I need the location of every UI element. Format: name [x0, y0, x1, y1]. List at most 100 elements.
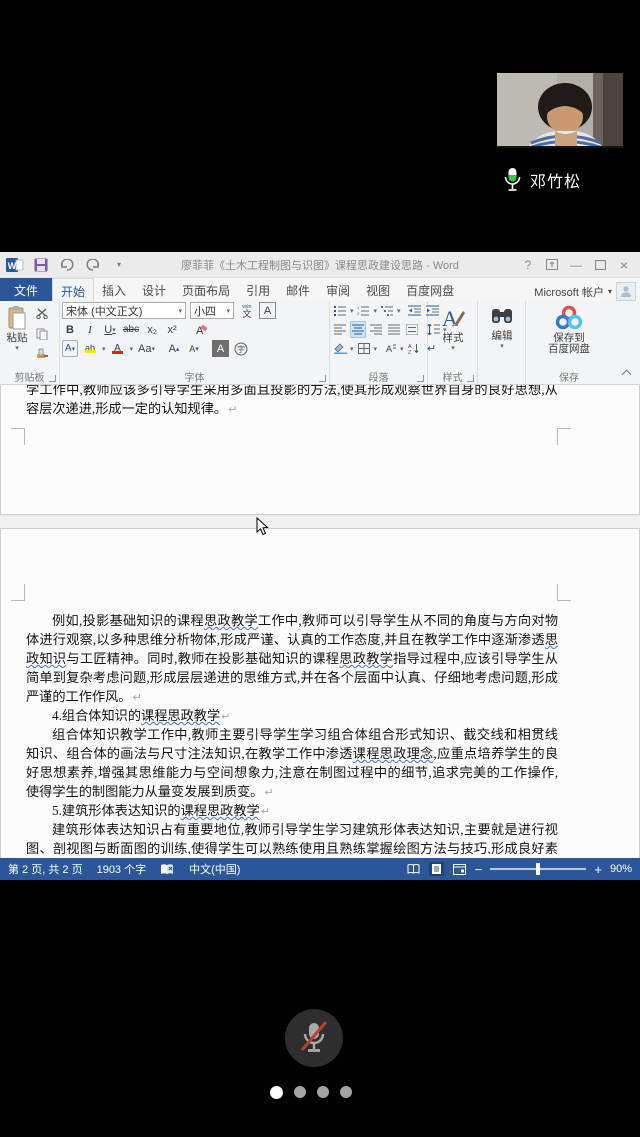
copy-icon[interactable] [34, 325, 50, 342]
carousel-dot-1[interactable] [270, 1086, 283, 1099]
zoom-percentage[interactable]: 90% [610, 863, 632, 875]
collapse-ribbon-icon[interactable] [622, 370, 632, 380]
qat-customize-icon[interactable]: ▾ [110, 257, 128, 273]
document-text-line[interactable]: 政知识与工匠精神。同时,教师在投影基础知识的课程思政教学指导过程中,应该引导学生… [26, 649, 558, 668]
numbered-list-icon[interactable]: 12 [356, 302, 372, 319]
ribbon-display-options-button[interactable] [542, 256, 562, 274]
tab-设计[interactable]: 设计 [134, 278, 174, 301]
bold-button[interactable]: B [62, 321, 78, 338]
align-center-icon[interactable] [350, 321, 366, 338]
cut-icon[interactable] [34, 305, 50, 322]
tab-审阅[interactable]: 审阅 [318, 278, 358, 301]
borders-icon[interactable] [356, 340, 372, 357]
align-left-icon[interactable] [332, 321, 348, 338]
redo-icon[interactable] [84, 257, 102, 273]
language-indicator[interactable]: 中文(中国) [189, 861, 240, 877]
tab-视图[interactable]: 视图 [358, 278, 398, 301]
carousel-dot-3[interactable] [317, 1086, 329, 1098]
document-page-1[interactable]: 学工作中,教师应该多引导学生采用多面且投影的方法,使其形成观察世界自身的良好思想… [0, 385, 640, 515]
tab-file[interactable]: 文件 [0, 278, 52, 301]
sort-icon[interactable]: AZ [406, 340, 422, 357]
tab-页面布局[interactable]: 页面布局 [174, 278, 238, 301]
shading-icon[interactable] [332, 340, 348, 357]
paragraph-dialog-launcher[interactable] [417, 375, 424, 382]
highlight-color-button[interactable]: ab [82, 340, 98, 357]
read-mode-icon[interactable] [406, 862, 421, 876]
multilevel-list-icon[interactable] [379, 302, 395, 319]
tab-插入[interactable]: 插入 [94, 278, 134, 301]
character-shading-icon[interactable]: A [212, 340, 229, 357]
editing-button[interactable]: 编辑 ▾ [478, 301, 526, 350]
tab-引用[interactable]: 引用 [238, 278, 278, 301]
help-button[interactable]: ? [518, 256, 538, 274]
character-border-icon[interactable]: A [259, 302, 276, 319]
italic-button[interactable]: I [82, 321, 98, 338]
text-effects-button[interactable]: A▾ [62, 340, 78, 357]
tab-邮件[interactable]: 邮件 [278, 278, 318, 301]
document-text-line[interactable]: 组合体知识教学工作中,教师主要引导学生学习组合体组合形式知识、截交线和相贯线 [26, 725, 558, 744]
document-text-line[interactable]: 容层次递进,形成一定的认知规律。↵ [26, 399, 558, 418]
shrink-font-button[interactable]: A▾ [186, 340, 202, 357]
account-avatar[interactable] [616, 282, 636, 301]
word-count[interactable]: 1903 个字 [97, 861, 147, 877]
web-layout-icon[interactable] [452, 862, 467, 876]
proofing-icon[interactable] [160, 863, 175, 876]
document-text-line[interactable]: 简单到复杂考虑问题,形成层层递进的思维方式,并在各个层面中认真、仔细地考虑问题,… [26, 668, 558, 687]
document-text-line[interactable]: 图、剖视图与断面图的训练,使得学生可以熟练使用且熟练掌握绘图方法与技巧,形成良好… [26, 839, 558, 854]
page-indicator[interactable]: 第 2 页, 共 2 页 [8, 861, 83, 877]
document-text-line[interactable]: 知识、组合体的画法与尺寸注法知识,在教学工作中渗透课程思政理念,应重点培养学生的… [26, 744, 558, 763]
webcam-video[interactable] [497, 73, 623, 148]
undo-icon[interactable] [58, 257, 76, 273]
document-text-line[interactable]: 例如,投影基础知识的课程思政教学工作中,教师可以引导学生从不同的角度与方向对物 [26, 611, 558, 630]
close-button[interactable]: × [614, 256, 634, 274]
save-icon[interactable] [32, 257, 50, 273]
underline-button[interactable]: U▾ [102, 321, 118, 338]
tab-百度网盘[interactable]: 百度网盘 [398, 278, 462, 301]
carousel-dot-4[interactable] [340, 1086, 352, 1098]
save-to-baidu-button[interactable]: 保存到百度网盘 [526, 301, 612, 355]
enclose-characters-icon[interactable]: 字 [233, 340, 249, 357]
maximize-button[interactable] [590, 256, 610, 274]
grow-font-button[interactable]: A▴ [166, 340, 182, 357]
distribute-icon[interactable] [404, 321, 420, 338]
font-color-button[interactable]: A [110, 340, 126, 357]
account-area[interactable]: Microsoft 帐户 ▾ [534, 282, 640, 301]
zoom-slider[interactable] [490, 868, 586, 870]
document-text-line[interactable]: 好思想素养,增强其思维能力与空间想象力,注意在制图过程中的细节,追求完美的工作操… [26, 763, 558, 782]
document-text-line[interactable]: 4.组合体知识的课程思政教学↵ [26, 706, 558, 725]
bullet-list-icon[interactable] [332, 302, 348, 319]
superscript-button[interactable]: x² [164, 321, 180, 338]
document-text-line[interactable]: 学工作中,教师应该多引导学生采用多面且投影的方法,使其形成观察世界自身的良好思想… [26, 385, 558, 399]
document-text-line[interactable]: 使得学生的制图能力从量变发展到质变。↵ [26, 782, 558, 801]
zoom-slider-thumb[interactable] [536, 863, 540, 875]
change-case-button[interactable]: Aa▾ [137, 340, 156, 357]
font-name-combo[interactable]: 宋体 (中文正文)▾ [62, 302, 186, 319]
document-text-line[interactable]: 建筑形体表达知识占有重要地位,教师引导学生学习建筑形体表达知识,主要就是进行视 [26, 820, 558, 839]
document-text-line[interactable]: 体进行观察,以多种思维分析物体,形成严谨、认真的工作态度,并且在教学工作中逐渐渗… [26, 630, 558, 649]
document-text-line[interactable]: 5.建筑形体表达知识的课程思政教学↵ [26, 801, 558, 820]
document-text-line[interactable]: 严谨的工作作风。↵ [26, 687, 558, 706]
justify-icon[interactable] [386, 321, 402, 338]
document-page-2[interactable]: 例如,投影基础知识的课程思政教学工作中,教师可以引导学生从不同的角度与方向对物体… [0, 528, 640, 858]
phonetic-guide-icon[interactable]: wén 文 [239, 302, 255, 319]
zoom-in-button[interactable]: + [594, 863, 602, 876]
clipboard-dialog-launcher[interactable] [49, 375, 56, 382]
tab-开始[interactable]: 开始 [52, 278, 94, 301]
clear-formatting-icon[interactable]: A [192, 321, 209, 338]
carousel-dot-2[interactable] [294, 1086, 306, 1098]
styles-button[interactable]: A 样式 ▾ [428, 301, 478, 352]
font-dialog-launcher[interactable] [319, 375, 326, 382]
font-size-combo[interactable]: 小四▾ [190, 302, 234, 319]
asian-layout-icon[interactable]: A [382, 340, 398, 357]
microphone-muted-button[interactable] [285, 1009, 343, 1067]
decrease-indent-icon[interactable] [407, 302, 423, 319]
subscript-button[interactable]: x₂ [144, 321, 160, 338]
styles-dialog-launcher[interactable] [467, 375, 474, 382]
paste-button[interactable]: 粘贴 ▾ [0, 301, 34, 362]
strikethrough-button[interactable]: abc [122, 321, 140, 338]
zoom-out-button[interactable]: − [475, 863, 483, 876]
print-layout-icon[interactable] [429, 862, 444, 876]
align-right-icon[interactable] [368, 321, 384, 338]
format-painter-icon[interactable] [34, 345, 50, 362]
minimize-button[interactable]: — [566, 256, 586, 274]
